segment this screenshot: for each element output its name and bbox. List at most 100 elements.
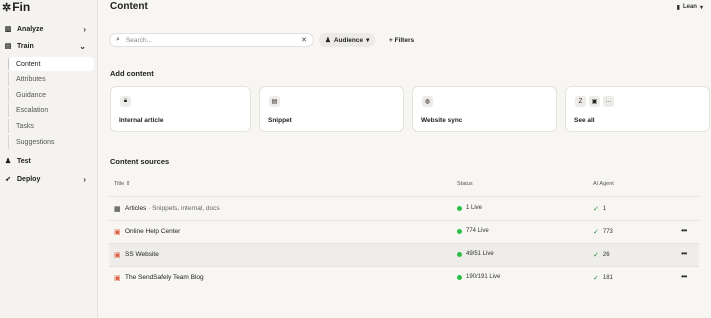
card-label: Website sync — [421, 117, 463, 124]
card-label: Snippet — [268, 117, 292, 124]
person-icon: ♟ — [325, 37, 331, 44]
row-status: 49/51 Live — [457, 251, 494, 257]
globe-icon: ◍ — [422, 96, 433, 107]
row-subtitle: · Snippets, internal, docs — [148, 205, 220, 212]
card-label: Internal article — [119, 117, 164, 124]
sidebar-item-label: Attributes — [16, 75, 46, 83]
sidebar-item-label: Escalation — [16, 106, 49, 114]
filters-button[interactable]: + Filters — [383, 33, 420, 47]
card-internal-article[interactable]: 🔒︎ Internal article — [110, 86, 251, 132]
chevron-right-icon: › — [83, 174, 86, 184]
snippet-icon: ▤ — [269, 96, 280, 107]
caret-down-icon: ▾ — [699, 4, 703, 11]
check-icon: ✓ — [593, 229, 599, 236]
audience-label: Audience — [333, 36, 364, 44]
sidebar-item-content[interactable]: Content — [8, 57, 94, 71]
row-title: The SendSafely Team Blog — [125, 274, 204, 281]
nav-analyze[interactable]: ▥ Analyze › — [0, 21, 98, 37]
website-icon: ▣ — [114, 229, 121, 236]
sidebar-item-label: Guidance — [16, 91, 46, 99]
filters-label: + Filters — [389, 36, 415, 44]
sidebar-item-label: Tasks — [16, 122, 34, 130]
row-status-label: 49/51 Live — [466, 251, 494, 257]
nav-train[interactable]: ▤ Train ⌄ — [0, 38, 98, 54]
column-header-status: Status — [457, 181, 473, 187]
column-header-ai-agent: AI Agent — [593, 181, 614, 187]
row-agent-count: 26 — [602, 252, 610, 258]
table-row[interactable]: ▣ Online Help Center 774 Live ✓ 773 ••• — [109, 221, 699, 243]
row-status-label: 1 Live — [466, 205, 483, 211]
more-icon[interactable]: ••• — [681, 272, 687, 281]
table-row[interactable]: ▦ Articles · Snippets, internal, docs 1 … — [109, 198, 699, 220]
check-icon: ✓ — [593, 275, 599, 282]
workspace-icon: ▮ — [676, 4, 680, 11]
more-icon[interactable]: ••• — [681, 249, 687, 258]
logo-text: Fin — [12, 0, 31, 14]
table-row[interactable]: ▣ The SendSafely Team Blog 190/191 Live … — [109, 267, 699, 289]
row-name: Articles — [125, 205, 147, 212]
nav-deploy[interactable]: ➶ Deploy › — [0, 171, 98, 187]
card-label: See all — [574, 117, 595, 124]
row-status: 1 Live — [457, 205, 482, 211]
live-dot-icon — [457, 274, 462, 280]
search-placeholder: Search... — [125, 36, 152, 44]
workspace-selector[interactable]: ▮ Lean ▾ — [677, 2, 703, 12]
chevron-right-icon: › — [83, 24, 86, 34]
row-title: Articles · Snippets, internal, docs — [125, 205, 220, 212]
live-dot-icon — [457, 251, 462, 257]
row-agent-count: 773 — [602, 229, 613, 235]
person-icon: ♟ — [4, 158, 12, 165]
live-dot-icon — [457, 205, 462, 211]
chart-icon: ▥ — [4, 26, 12, 33]
nav-analyze-label: Analyze — [17, 25, 44, 33]
row-agent: ✓ 773 — [593, 228, 613, 236]
book-icon: ▤ — [4, 43, 12, 50]
sidebar-item-label: Content — [16, 60, 41, 68]
caret-down-icon: ▾ — [366, 37, 370, 44]
sidebar-item-suggestions[interactable]: Suggestions — [8, 135, 94, 149]
column-title-label: Title — [114, 181, 125, 187]
nav-deploy-label: Deploy — [17, 175, 41, 183]
row-status-label: 190/191 Live — [466, 274, 501, 280]
more-icon[interactable]: ••• — [681, 226, 687, 235]
content-sources-title: Content sources — [110, 157, 170, 166]
live-dot-icon — [457, 228, 462, 234]
audience-filter-button[interactable]: ♟ Audience ▾ — [319, 33, 376, 47]
search-icon: ⌕ — [116, 36, 120, 43]
nav-train-label: Train — [17, 42, 34, 50]
sidebar-item-tasks[interactable]: Tasks — [8, 119, 94, 133]
row-agent: ✓ 1 — [593, 205, 606, 213]
sidebar: ✲ Fin ▥ Analyze › ▤ Train ⌄ Content Attr… — [0, 0, 98, 318]
sidebar-item-escalation[interactable]: Escalation — [8, 103, 94, 117]
row-title: SS Website — [125, 251, 159, 258]
clear-icon[interactable]: ✕ — [301, 36, 307, 44]
table-row[interactable]: ▣ SS Website 49/51 Live ✓ 26 ••• — [109, 244, 699, 266]
row-agent-count: 1 — [602, 206, 607, 212]
card-see-all[interactable]: Z ▣ ··· See all — [565, 86, 710, 132]
sidebar-item-label: Suggestions — [16, 138, 55, 146]
row-agent: ✓ 26 — [593, 251, 610, 259]
card-website-sync[interactable]: ◍ Website sync — [412, 86, 557, 132]
website-icon: ▣ — [114, 252, 121, 259]
column-header-title[interactable]: Title ⇕ — [114, 181, 130, 187]
fin-logo[interactable]: ✲ Fin — [2, 0, 30, 14]
row-status: 774 Live — [457, 228, 489, 234]
main-content: Content ▮ Lean ▾ ⌕ Search... ✕ ♟ Audienc… — [99, 0, 711, 318]
nav-test[interactable]: ♟ Test — [0, 153, 98, 169]
lock-icon: 🔒︎ — [120, 96, 131, 107]
document-icon: ▣ — [589, 96, 600, 107]
check-icon: ✓ — [593, 252, 599, 259]
check-icon: ✓ — [593, 206, 599, 213]
rocket-icon: ➶ — [5, 176, 11, 183]
library-icon: ▦ — [114, 206, 121, 213]
sidebar-item-guidance[interactable]: Guidance — [8, 88, 94, 102]
card-snippet[interactable]: ▤ Snippet — [259, 86, 404, 132]
row-status-label: 774 Live — [466, 228, 489, 234]
more-icon: ··· — [603, 96, 614, 107]
row-status: 190/191 Live — [457, 274, 500, 280]
fin-logo-icon: ✲ — [2, 1, 12, 14]
sidebar-item-attributes[interactable]: Attributes — [8, 72, 94, 86]
chevron-down-icon: ⌄ — [79, 41, 86, 51]
search-input[interactable]: ⌕ Search... ✕ — [109, 33, 314, 47]
row-title: Online Help Center — [125, 228, 181, 235]
